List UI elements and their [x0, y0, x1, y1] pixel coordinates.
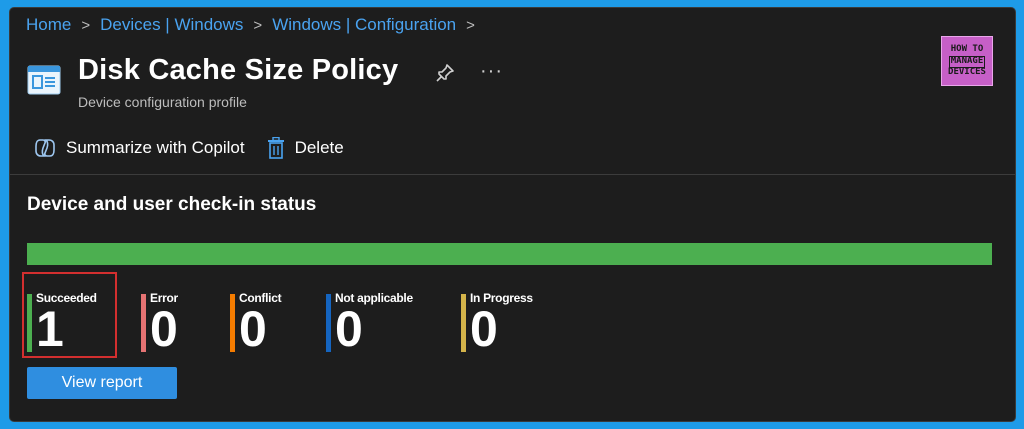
- stat-error-color-bar: [141, 294, 146, 352]
- configuration-profile-icon: [27, 65, 61, 95]
- stat-in-progress-value: 0: [470, 301, 498, 357]
- page-title: Disk Cache Size Policy: [78, 54, 399, 86]
- stat-error[interactable]: Error 0: [141, 291, 178, 357]
- delete-button[interactable]: Delete: [267, 137, 344, 159]
- check-in-status-title: Device and user check-in status: [27, 194, 317, 215]
- breadcrumb: Home > Devices | Windows > Windows | Con…: [26, 15, 485, 35]
- stat-conflict-value: 0: [239, 301, 267, 357]
- pin-icon[interactable]: [434, 62, 456, 84]
- progress-fill-succeeded: [27, 243, 992, 265]
- stat-not-applicable-value: 0: [335, 301, 363, 357]
- delete-label: Delete: [294, 138, 344, 157]
- command-bar: Summarize with Copilot Delete: [34, 137, 344, 159]
- status-summary: Succeeded 1 Error 0 Conflict 0 Not appli…: [27, 283, 627, 373]
- breadcrumb-windows-configuration[interactable]: Windows | Configuration: [272, 15, 456, 35]
- how-to-manage-devices-logo: HOW TO MANAGE DEVICES: [941, 36, 993, 86]
- trash-icon: [267, 137, 284, 159]
- check-in-progress-bar: [27, 243, 992, 265]
- chevron-right-icon: >: [466, 16, 475, 34]
- stat-in-progress[interactable]: In Progress 0: [461, 291, 533, 357]
- stat-succeeded-color-bar: [27, 294, 32, 352]
- summarize-with-copilot-label: Summarize with Copilot: [66, 138, 245, 157]
- stat-succeeded-value: 1: [36, 301, 64, 357]
- stat-succeeded[interactable]: Succeeded 1: [27, 291, 97, 357]
- chevron-right-icon: >: [253, 16, 263, 34]
- copilot-icon: [35, 139, 55, 157]
- stat-not-applicable[interactable]: Not applicable 0: [326, 291, 413, 357]
- stat-conflict-color-bar: [230, 294, 235, 352]
- stat-error-value: 0: [150, 301, 178, 357]
- chevron-right-icon: >: [81, 16, 91, 34]
- more-options-icon[interactable]: ···: [480, 60, 503, 83]
- breadcrumb-home[interactable]: Home: [26, 15, 71, 35]
- view-report-button[interactable]: View report: [27, 367, 177, 399]
- stat-conflict[interactable]: Conflict 0: [230, 291, 282, 357]
- stat-not-applicable-color-bar: [326, 294, 331, 352]
- stat-in-progress-color-bar: [461, 294, 466, 352]
- window-frame: Home > Devices | Windows > Windows | Con…: [9, 7, 1016, 422]
- summarize-with-copilot-button[interactable]: Summarize with Copilot: [34, 138, 245, 158]
- page-subtitle: Device configuration profile: [78, 94, 247, 110]
- breadcrumb-devices-windows[interactable]: Devices | Windows: [100, 15, 243, 35]
- divider: [10, 174, 1015, 175]
